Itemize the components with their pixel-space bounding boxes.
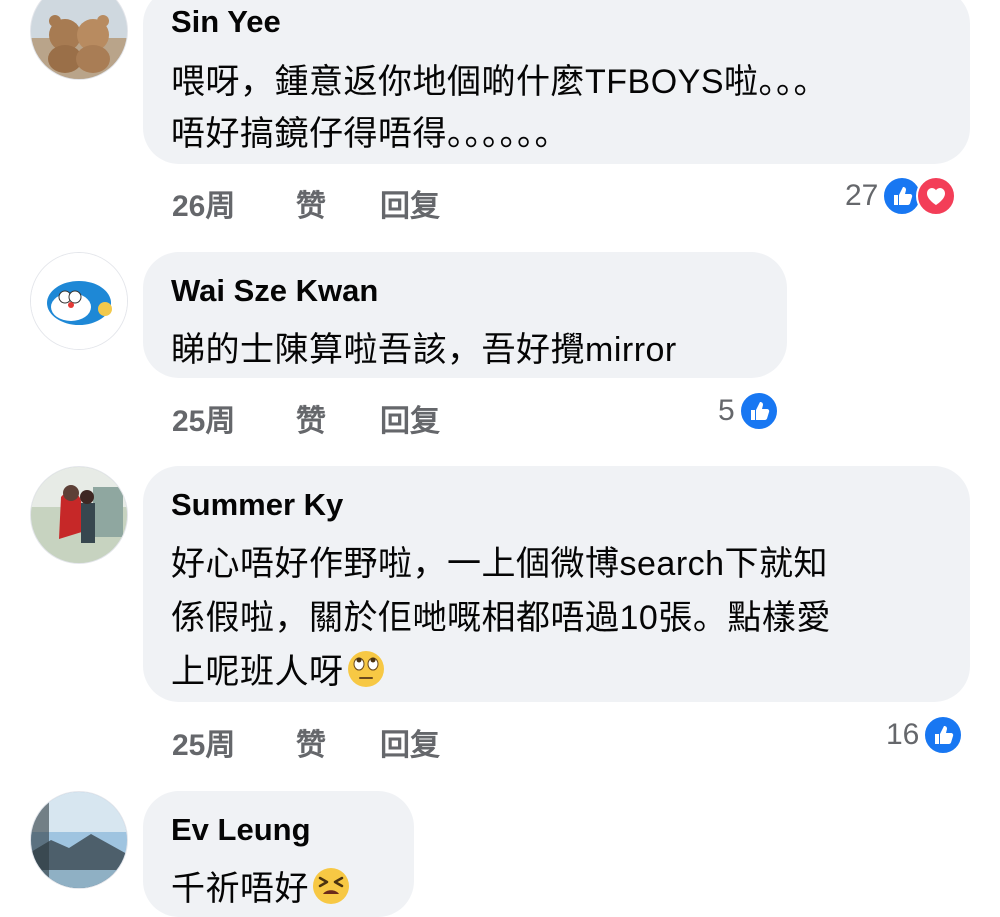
landscape-avatar-icon bbox=[31, 792, 127, 888]
love-icon bbox=[916, 176, 957, 216]
comment-bubble: Summer Ky 好心唔好作野啦，一上個微博search下就知 係假啦，關於佢… bbox=[143, 466, 970, 702]
comment-timestamp[interactable]: 25周 bbox=[172, 396, 235, 440]
comment-text-line: 睇的士陳算啦吾該，吾好攪mirror bbox=[171, 331, 677, 369]
comment-text-line: 係假啦，關於佢哋嘅相都唔過10張。點樣愛 bbox=[171, 599, 831, 637]
like-button[interactable]: 赞 bbox=[296, 396, 326, 440]
comment-text-line: 好心唔好作野啦，一上個微博search下就知 bbox=[171, 545, 829, 583]
comment-text-line: 喂呀，鍾意返你地個啲什麼TFBOYS啦。。。 bbox=[171, 63, 829, 101]
reaction-count: 5 bbox=[718, 394, 735, 427]
comment-author[interactable]: Sin Yee bbox=[171, 4, 281, 40]
like-button[interactable]: 赞 bbox=[296, 181, 326, 225]
reply-button[interactable]: 回复 bbox=[380, 181, 440, 225]
comment-bubble: Sin Yee 喂呀，鍾意返你地個啲什麼TFBOYS啦。。。 唔好搞鏡仔得唔得。… bbox=[143, 0, 970, 164]
reaction-summary[interactable]: 27 bbox=[845, 176, 957, 216]
like-icon bbox=[738, 391, 779, 431]
reaction-count: 16 bbox=[886, 718, 920, 751]
reaction-count: 27 bbox=[845, 179, 879, 212]
comment-text-line: 唔好搞鏡仔得唔得。。。。。。 bbox=[171, 115, 569, 153]
comment-bubble: Wai Sze Kwan 睇的士陳算啦吾該，吾好攪mirror bbox=[143, 252, 787, 378]
comment-author[interactable]: Wai Sze Kwan bbox=[171, 273, 378, 309]
comment-text-line: 上呢班人呀 bbox=[171, 644, 386, 693]
comment-author[interactable]: Summer Ky bbox=[171, 487, 343, 523]
like-icon bbox=[923, 715, 964, 755]
reaction-summary[interactable]: 16 bbox=[886, 715, 964, 755]
comment-bubble: Ev Leung 千祈唔好 bbox=[143, 791, 414, 917]
teddy-bears-avatar-icon bbox=[31, 0, 127, 79]
comment-timestamp[interactable]: 26周 bbox=[172, 181, 235, 225]
avatar[interactable] bbox=[30, 0, 128, 80]
reaction-summary[interactable]: 5 bbox=[718, 391, 779, 431]
doraemon-avatar-icon bbox=[31, 253, 127, 349]
eye-roll-emoji-icon bbox=[346, 649, 386, 689]
comment-timestamp[interactable]: 25周 bbox=[172, 720, 235, 764]
tired-face-emoji-icon bbox=[311, 866, 351, 906]
reply-button[interactable]: 回复 bbox=[380, 396, 440, 440]
avatar[interactable] bbox=[30, 466, 128, 564]
comment-text: 千祈唔好 bbox=[171, 870, 309, 908]
couple-photo-avatar-icon bbox=[31, 467, 127, 563]
avatar[interactable] bbox=[30, 791, 128, 889]
like-button[interactable]: 赞 bbox=[296, 720, 326, 764]
avatar[interactable] bbox=[30, 252, 128, 350]
reply-button[interactable]: 回复 bbox=[380, 720, 440, 764]
comment-text-line: 千祈唔好 bbox=[171, 861, 351, 910]
comment-text: 上呢班人呀 bbox=[171, 653, 344, 691]
comment-author[interactable]: Ev Leung bbox=[171, 812, 311, 848]
